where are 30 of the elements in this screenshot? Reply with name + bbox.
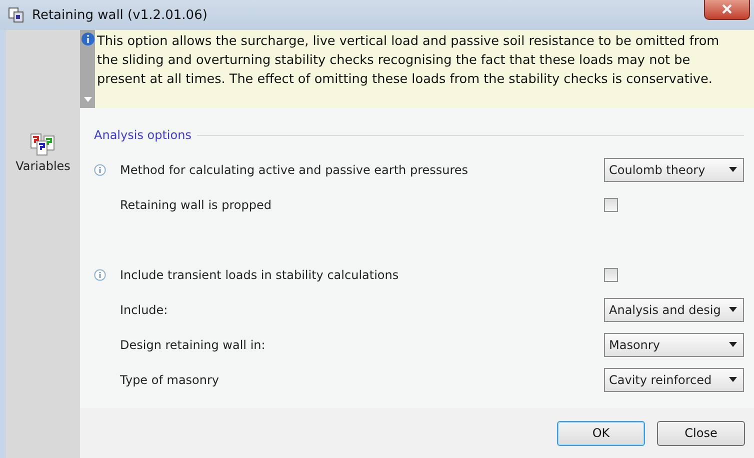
option-label: Include transient loads in stability calculations — [120, 268, 399, 282]
option-label: Include: — [120, 302, 168, 316]
dropdown[interactable]: Cavity reinforced — [604, 368, 744, 392]
info-icon — [80, 32, 94, 46]
info-icon — [94, 164, 106, 176]
caret-down-icon — [729, 307, 737, 312]
caret-down-icon — [729, 342, 737, 347]
caret-down-icon — [729, 167, 737, 172]
ok-button[interactable]: OK — [557, 420, 645, 446]
option-label: Retaining wall is propped — [120, 198, 272, 212]
option-label: Type of masonry — [120, 372, 220, 386]
group-title: Analysis options — [94, 128, 192, 142]
help-text: This option allows the surcharge, live vertical load and passive soil resistance to be omitted from the sliding and overturning stability checks recognising the fact that these loads may not be present at all times. The effect of omitting these loads from the stability checks is conservative. — [97, 33, 720, 89]
checkbox[interactable] — [604, 198, 618, 212]
info-icon — [94, 268, 106, 280]
dropdown[interactable]: Masonry — [604, 332, 744, 356]
window-title: Retaining wall (v1.2.01.06) — [32, 8, 208, 22]
close-icon — [722, 4, 732, 14]
dropdown[interactable]: Analysis and desig — [604, 298, 744, 322]
caret-down-icon[interactable] — [84, 97, 92, 102]
option-label: Method for calculating active and passive earth pressures — [120, 162, 468, 176]
caret-down-icon — [729, 377, 737, 382]
sidebar-item[interactable]: Variables — [10, 130, 76, 176]
close-button[interactable]: Close — [657, 420, 745, 446]
app-icon — [8, 7, 24, 23]
checkbox[interactable] — [604, 268, 618, 282]
dropdown[interactable]: Coulomb theory — [604, 158, 744, 182]
close-button[interactable] — [704, 0, 750, 20]
option-label: Design retaining wall in: — [120, 338, 266, 352]
variables-icon — [30, 133, 56, 157]
